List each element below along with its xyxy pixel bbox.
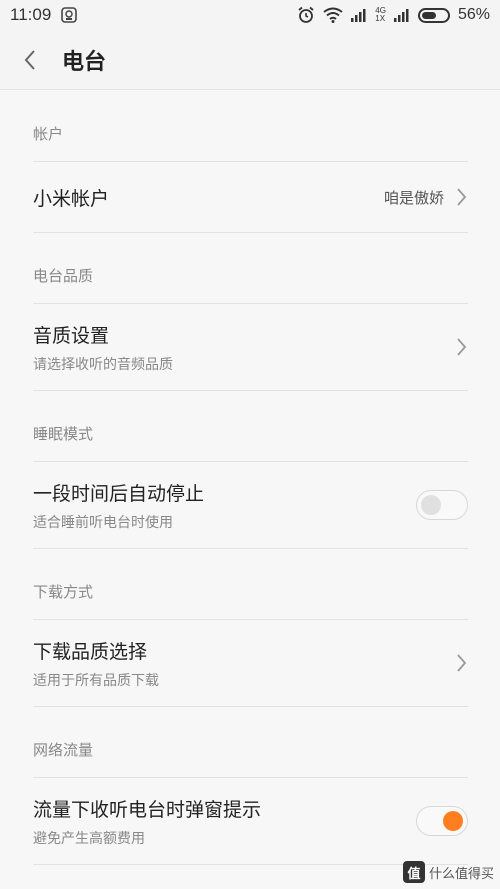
watermark-text: 什么值得买 (428, 866, 494, 882)
settings-item-title: 音质设置 (33, 324, 110, 347)
settings-item-title: 下载品质选择 (33, 640, 148, 663)
settings-item-subtitle: 适用于所有品质下载 (33, 672, 159, 689)
settings-item-audio-quality[interactable]: 音质设置 请选择收听的音频品质 (33, 303, 468, 391)
section-header-account: 帐户 (33, 125, 64, 143)
page-title: 电台 (62, 49, 107, 75)
battery-percent: 56% (457, 6, 490, 23)
settings-item-title: 一段时间后自动停止 (33, 482, 205, 505)
status-bar: 11:09 4G 1X 56% (0, 0, 500, 30)
back-button[interactable] (0, 30, 60, 90)
chevron-left-icon (24, 49, 35, 70)
watermark: 值 什么值得买 (402, 861, 494, 883)
settings-item-sleep-timer: 一段时间后自动停止 适合睡前听电台时使用 (33, 461, 468, 549)
section-header-sleep: 睡眠模式 (33, 425, 94, 443)
account-name: 咱是傲娇 (383, 188, 444, 207)
settings-item-subtitle: 避免产生高额费用 (33, 830, 145, 847)
toggle-knob (421, 495, 441, 515)
settings-item-subtitle: 请选择收听的音频品质 (33, 356, 173, 373)
settings-item-title: 流量下收听电台时弹窗提示 (33, 798, 262, 821)
section-header-quality: 电台品质 (33, 267, 94, 285)
settings-item-download-quality[interactable]: 下载品质选择 适用于所有品质下载 (33, 619, 468, 707)
sleep-timer-toggle[interactable] (416, 490, 468, 520)
signal-icon-secondary (393, 8, 410, 22)
settings-item-mi-account[interactable]: 小米帐户 咱是傲娇 (33, 161, 468, 233)
alarm-icon (297, 6, 315, 24)
toggle-knob (443, 811, 463, 831)
chevron-right-icon (457, 654, 467, 672)
section-header-data-usage: 网络流量 (33, 741, 94, 759)
clock: 11:09 (10, 5, 52, 24)
app-bar: 电台 (0, 30, 500, 90)
settings-item-title: 小米帐户 (33, 187, 110, 210)
signal-icon (351, 8, 367, 22)
settings-item-data-warning: 流量下收听电台时弹窗提示 避免产生高额费用 (33, 777, 468, 865)
data-warning-toggle[interactable] (416, 806, 468, 836)
wifi-icon (323, 7, 343, 23)
network-type: 4G 1X (375, 7, 386, 23)
settings-item-subtitle: 适合睡前听电台时使用 (33, 514, 173, 531)
battery-icon (417, 7, 450, 23)
section-header-download: 下载方式 (33, 583, 94, 601)
notification-app-icon (61, 7, 78, 23)
watermark-logo: 值 (402, 861, 425, 883)
network-type-bottom: 1X (375, 14, 386, 23)
chevron-right-icon (457, 188, 467, 206)
chevron-right-icon (457, 338, 467, 356)
settings-list: 帐户 小米帐户 咱是傲娇 电台品质 音质设置 请选择收听的音频品质 睡眠模式 一… (0, 91, 500, 865)
